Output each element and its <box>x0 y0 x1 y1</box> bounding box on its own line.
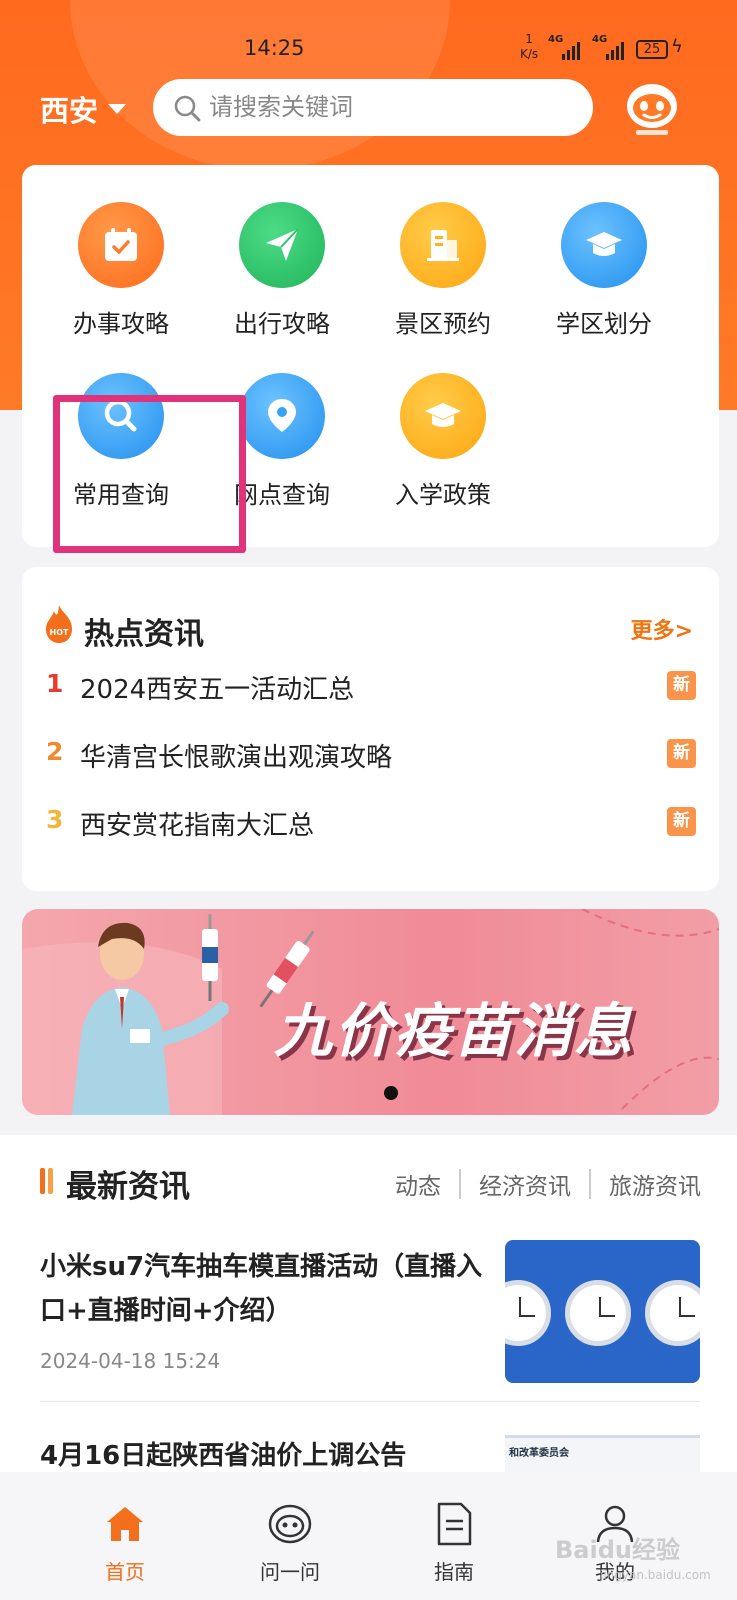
city-name: 西安 <box>40 94 99 128</box>
search-icon <box>174 95 201 122</box>
article-title[interactable]: 小米su7汽车抽车模直播活动（直播入口+直播时间+介绍） <box>40 1245 490 1333</box>
status-bar: 14:25 1 K/s 4G 4G 25 ϟ <box>0 30 737 70</box>
nav-guide[interactable]: 指南 <box>409 1500 499 1585</box>
hot-news-text: 西安赏花指南大汇总 <box>80 811 315 841</box>
article-thumbnail[interactable] <box>505 1240 700 1383</box>
tab-dynamics[interactable]: 动态 <box>395 1167 441 1201</box>
clock-image <box>565 1280 631 1346</box>
network-speed-value: 1 <box>525 32 533 46</box>
building-icon <box>400 202 486 288</box>
calendar-check-icon <box>78 202 164 288</box>
search-input[interactable] <box>209 87 579 127</box>
signal-label: 4G <box>548 34 564 45</box>
banner-title: 九价疫苗消息 <box>274 997 635 1065</box>
tab-economy[interactable]: 经济资讯 <box>479 1167 571 1201</box>
latest-news-section: 最新资讯 动态 经济资讯 旅游资讯 小米su7汽车抽车模直播活动（直播入口+直播… <box>0 1135 737 1475</box>
fire-hot-icon: HOT <box>46 605 72 643</box>
network-speed-unit: K/s <box>520 47 539 61</box>
paper-plane-icon <box>239 202 325 288</box>
watermark: Baidu经验 <box>555 1536 680 1564</box>
carousel-indicator[interactable] <box>384 1086 398 1100</box>
search-bar[interactable] <box>153 79 593 136</box>
vaccine-banner[interactable]: 九价疫苗消息 <box>22 909 719 1115</box>
graduation-cap-icon <box>561 202 647 288</box>
service-item-scenic-booking[interactable]: 景区预约 <box>368 202 518 339</box>
signal-label-2: 4G <box>592 34 608 45</box>
city-selector[interactable]: 西安 <box>40 88 127 130</box>
service-item-enrollment-policy[interactable]: 入学政策 <box>368 373 518 510</box>
clock-image <box>505 1280 551 1346</box>
tab-tourism[interactable]: 旅游资讯 <box>609 1167 701 1201</box>
nav-label: 指南 <box>434 1560 474 1584</box>
signal-icon: 4G <box>548 34 584 60</box>
hot-news-title: 热点资讯 <box>84 617 204 652</box>
charging-icon: ϟ <box>671 36 683 57</box>
caret-down-icon <box>108 104 127 114</box>
network-speed: 1 K/s <box>520 32 538 62</box>
nav-ask[interactable]: 问一问 <box>245 1500 335 1585</box>
highlight-box <box>53 395 246 553</box>
service-item-travel[interactable]: 出行攻略 <box>207 202 357 339</box>
article-title[interactable]: 4月16日起陕西省油价上调公告 <box>40 1435 406 1472</box>
hot-news-item[interactable]: 1 2024西安五一活动汇总 新 <box>46 665 696 705</box>
tab-divider <box>459 1169 461 1199</box>
hot-news-card: HOT 热点资讯 更多> 1 2024西安五一活动汇总 新 2 华清宫长恨歌演出… <box>22 567 719 891</box>
svg-text:HOT: HOT <box>50 628 69 637</box>
nav-label: 首页 <box>105 1560 145 1584</box>
rank-number: 1 <box>46 669 64 698</box>
status-time: 14:25 <box>244 36 305 60</box>
robot-assistant-icon[interactable] <box>622 78 682 142</box>
service-item-guide[interactable]: 办事攻略 <box>46 202 196 339</box>
service-label: 办事攻略 <box>73 310 169 338</box>
service-label: 景区预约 <box>395 310 491 338</box>
rank-number: 3 <box>46 805 64 834</box>
more-link[interactable]: 更多> <box>631 613 693 645</box>
hot-news-item[interactable]: 3 西安赏花指南大汇总 新 <box>46 801 696 841</box>
document-icon <box>409 1500 499 1548</box>
hot-news-item[interactable]: 2 华清宫长恨歌演出观演攻略 新 <box>46 733 696 773</box>
location-pin-icon <box>239 373 325 459</box>
rank-number: 2 <box>46 737 64 766</box>
home-icon <box>80 1500 170 1548</box>
hot-news-text: 华清宫长恨歌演出观演攻略 <box>80 743 393 773</box>
latest-news-title: 最新资讯 <box>66 1169 190 1205</box>
new-badge: 新 <box>667 671 696 700</box>
section-marker-2 <box>48 1168 53 1194</box>
robot-icon <box>245 1500 335 1548</box>
service-item-school-district[interactable]: 学区划分 <box>529 202 679 339</box>
watermark-url: jingyan.baidu.com <box>600 1568 711 1582</box>
new-badge: 新 <box>667 739 696 768</box>
hot-news-text: 2024西安五一活动汇总 <box>80 675 355 705</box>
service-label: 入学政策 <box>395 481 491 509</box>
signal-icon-2: 4G <box>592 34 628 60</box>
section-marker <box>40 1168 45 1194</box>
nav-home[interactable]: 首页 <box>80 1500 170 1585</box>
divider <box>40 1401 700 1402</box>
graduation-cap-icon <box>400 373 486 459</box>
new-badge: 新 <box>667 807 696 836</box>
tab-divider <box>589 1169 591 1199</box>
service-label: 学区划分 <box>556 310 652 338</box>
service-label: 出行攻略 <box>234 310 330 338</box>
article-thumbnail[interactable]: 和改革委员会 <box>505 1435 700 1475</box>
battery-icon: 25 <box>636 40 668 59</box>
clock-image <box>645 1280 700 1346</box>
article-date: 2024-04-18 15:24 <box>40 1349 221 1373</box>
nav-label: 问一问 <box>260 1560 320 1584</box>
news-tabs: 动态 经济资讯 旅游资讯 <box>395 1167 701 1201</box>
thumbnail-caption: 和改革委员会 <box>509 1448 569 1459</box>
